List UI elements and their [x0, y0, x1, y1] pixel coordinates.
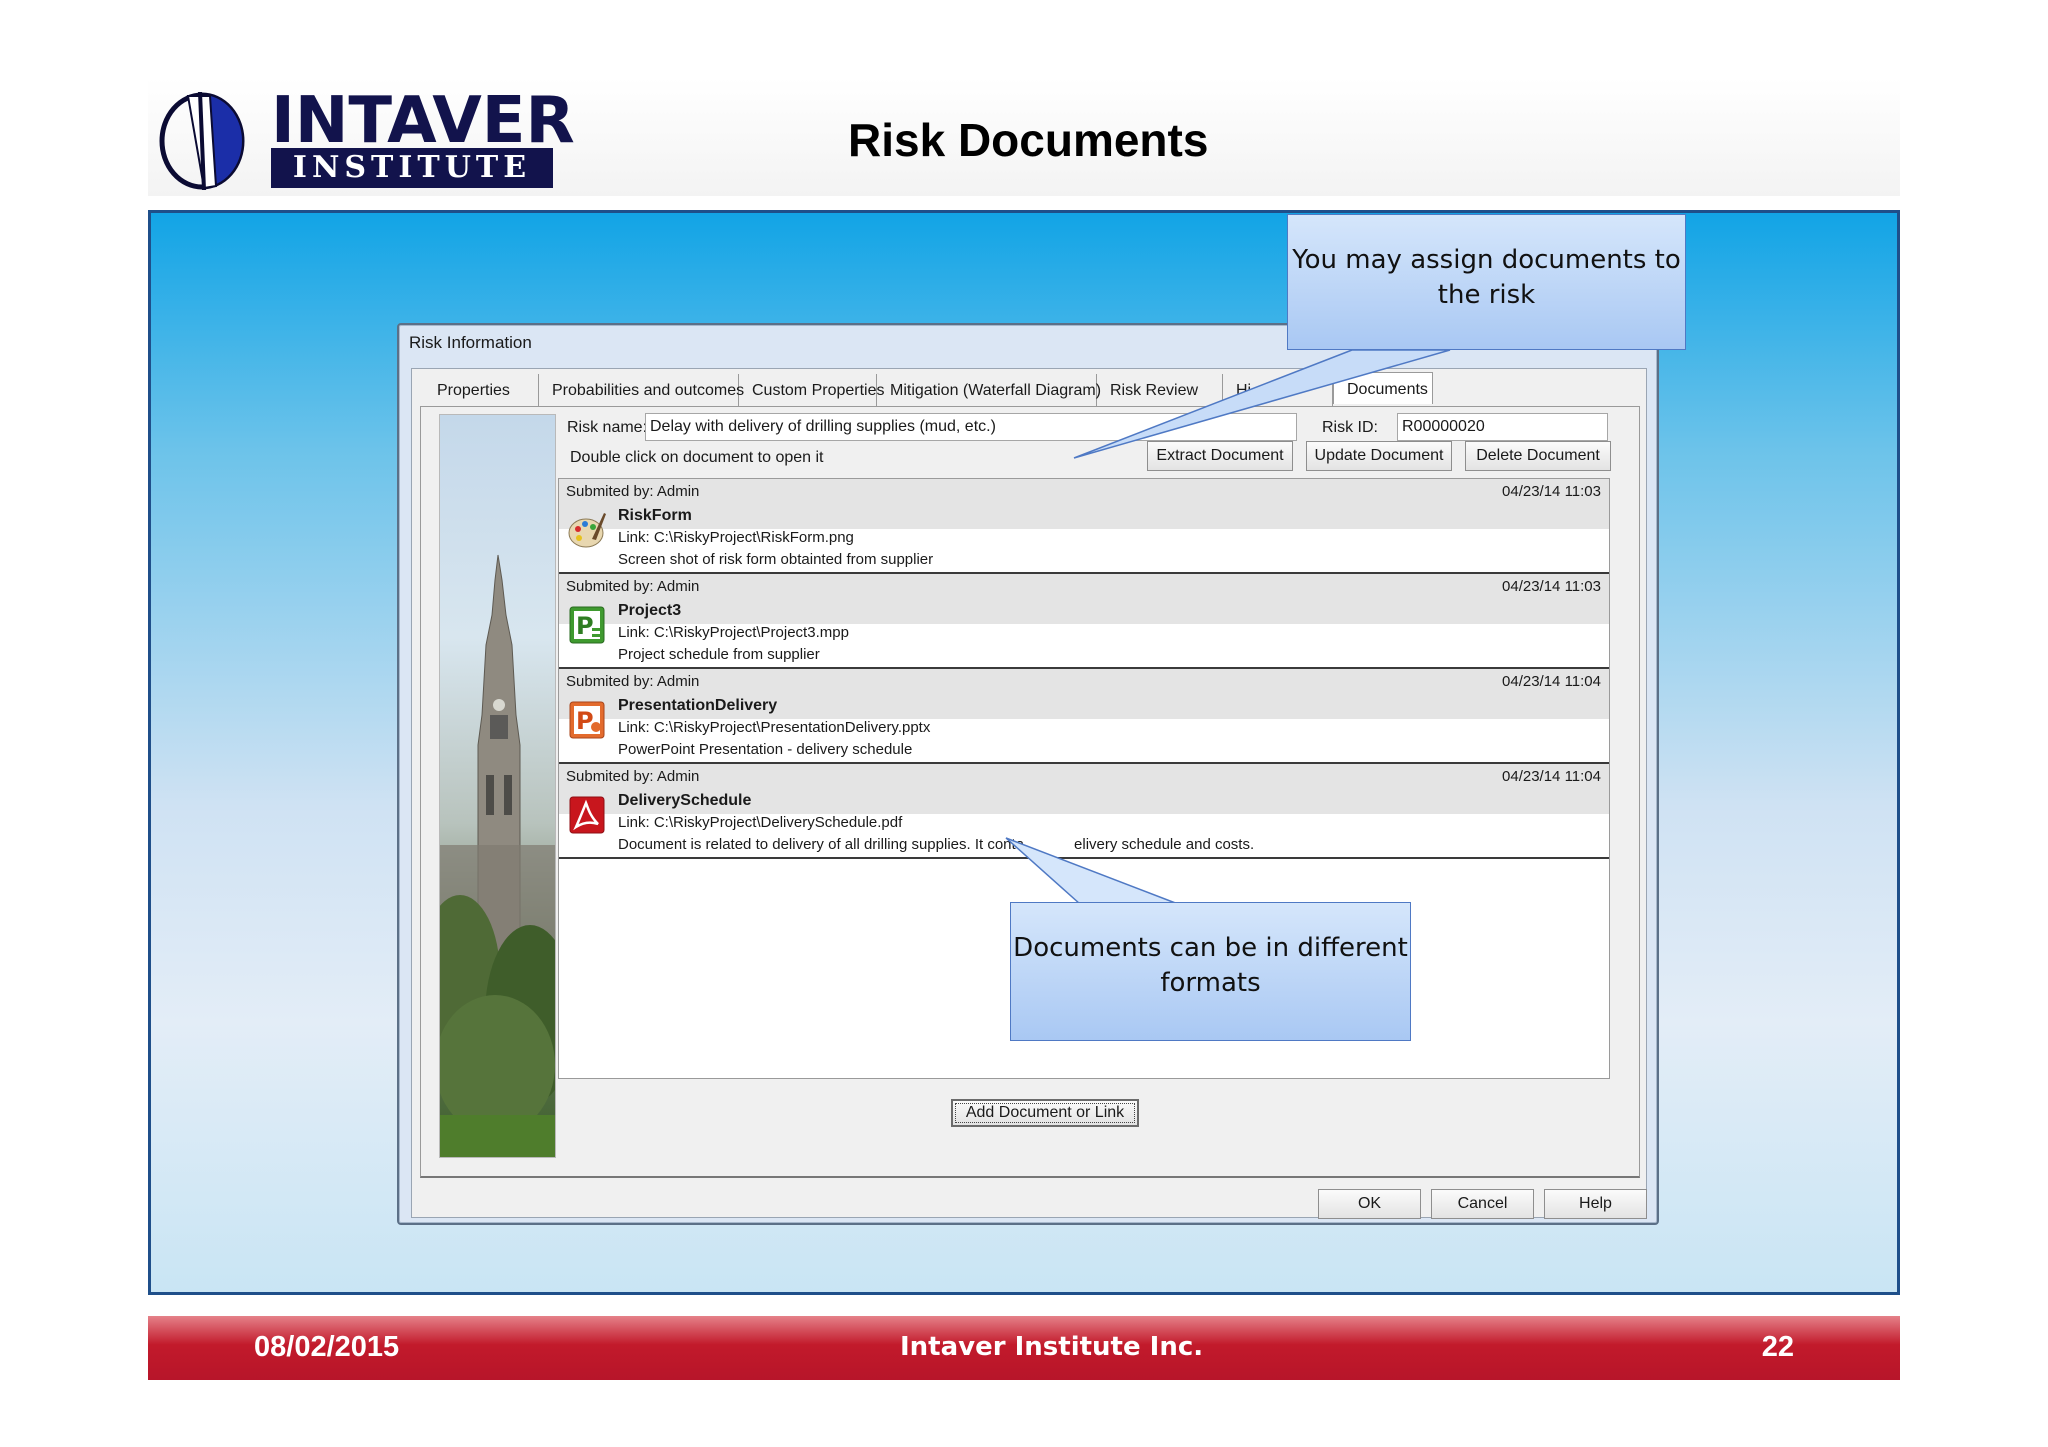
- document-name: PresentationDelivery: [618, 697, 778, 714]
- ok-button[interactable]: OK: [1318, 1189, 1421, 1219]
- tab-risk-review[interactable]: Risk Review: [1097, 374, 1223, 406]
- svg-text:P: P: [576, 707, 594, 735]
- document-item[interactable]: Submited by: Admin 04/23/14 11:03 P Proj…: [559, 574, 1609, 669]
- document-date: 04/23/14 11:03: [1502, 578, 1601, 595]
- document-description: PowerPoint Presentation - delivery sched…: [618, 741, 913, 758]
- document-name: DeliverySchedule: [618, 792, 752, 809]
- cathedral-illustration: [440, 554, 555, 1157]
- dialog-body: Properties Probabilities and outcomes Cu…: [411, 368, 1647, 1219]
- documents-tab-panel: Risk name: Delay with delivery of drilli…: [420, 406, 1640, 1178]
- document-date: 04/23/14 11:04: [1502, 768, 1601, 785]
- risk-id-field[interactable]: R00000020: [1397, 413, 1608, 441]
- document-link: Link: C:\RiskyProject\Project3.mpp: [618, 624, 849, 641]
- footer-company: Intaver Institute Inc.: [900, 1332, 1204, 1362]
- document-description-start: Document is related to delivery of all d…: [618, 836, 1025, 853]
- tab-custom-properties[interactable]: Custom Properties: [739, 374, 885, 406]
- document-item[interactable]: Submited by: Admin 04/23/14 11:04 P Pres…: [559, 669, 1609, 764]
- risk-name-label: Risk name:: [567, 419, 648, 436]
- add-document-button[interactable]: Add Document or Link: [951, 1099, 1139, 1127]
- logo-wordmark-top: INTAVER: [271, 84, 575, 158]
- tab-mitigation[interactable]: Mitigation (Waterfall Diagram): [877, 374, 1101, 406]
- slide-footer: 08/02/2015 Intaver Institute Inc. 22: [148, 1316, 1900, 1380]
- help-button[interactable]: Help: [1544, 1189, 1647, 1219]
- document-description-end: elivery schedule and costs.: [1074, 836, 1255, 853]
- tab-documents[interactable]: Documents: [1333, 372, 1433, 404]
- logo-wordmark-bottom: INSTITUTE: [271, 148, 553, 188]
- document-submitter: Submited by: Admin: [566, 673, 700, 690]
- extract-document-button[interactable]: Extract Document: [1147, 441, 1293, 471]
- project-icon: P: [569, 606, 605, 644]
- tab-properties[interactable]: Properties: [424, 374, 539, 406]
- powerpoint-icon: P: [569, 701, 605, 739]
- document-link: Link: C:\RiskyProject\RiskForm.png: [618, 529, 854, 546]
- document-submitter: Submited by: Admin: [566, 483, 700, 500]
- footer-date: 08/02/2015: [254, 1331, 400, 1363]
- update-document-button[interactable]: Update Document: [1306, 441, 1452, 471]
- document-item-header: [559, 574, 1609, 624]
- document-link: Link: C:\RiskyProject\PresentationDelive…: [618, 719, 931, 736]
- document-item-header: [559, 479, 1609, 529]
- cathedral-photo: [439, 414, 556, 1158]
- footer-page-number: 22: [1761, 1331, 1794, 1363]
- paint-icon: [568, 513, 606, 548]
- dialog-title: Risk Information: [409, 333, 532, 352]
- document-item[interactable]: Submited by: Admin 04/23/14 11:03 RiskFo…: [559, 479, 1609, 574]
- assign-documents-callout: You may assign documents to the risk: [1287, 214, 1686, 350]
- document-description: Screen shot of risk form obtainted from …: [618, 551, 934, 568]
- tab-probabilities-and-outcomes[interactable]: Probabilities and outcomes: [539, 374, 744, 406]
- risk-information-dialog: Risk Information Properties Probabilitie…: [397, 323, 1659, 1225]
- delete-document-button[interactable]: Delete Document: [1465, 441, 1611, 471]
- tab-history[interactable]: Hi: [1223, 374, 1333, 406]
- document-description: Project schedule from supplier: [618, 646, 820, 663]
- document-item[interactable]: Submited by: Admin 04/23/14 11:04 Delive…: [559, 764, 1609, 859]
- svg-text:P: P: [576, 612, 594, 640]
- risk-name-field[interactable]: Delay with delivery of drilling supplies…: [645, 413, 1297, 441]
- document-description: Document is related to delivery of all d…: [618, 836, 1254, 853]
- cancel-button[interactable]: Cancel: [1431, 1189, 1534, 1219]
- document-date: 04/23/14 11:03: [1502, 483, 1601, 500]
- open-hint-text: Double click on document to open it: [570, 449, 824, 466]
- add-document-label: Add Document or Link: [954, 1103, 1136, 1123]
- tab-bar: Properties Probabilities and outcomes Cu…: [424, 372, 1433, 406]
- document-submitter: Submited by: Admin: [566, 768, 700, 785]
- risk-id-label: Risk ID:: [1322, 419, 1378, 436]
- pdf-icon: [569, 796, 605, 834]
- document-submitter: Submited by: Admin: [566, 578, 700, 595]
- slide-title: Risk Documents: [848, 114, 1209, 166]
- document-name: Project3: [618, 602, 682, 619]
- intaver-logo: INTAVER INSTITUTE: [158, 86, 575, 196]
- slide-header: INTAVER INSTITUTE Risk Documents: [148, 78, 1900, 196]
- document-date: 04/23/14 11:04: [1502, 673, 1601, 690]
- formats-callout: Documents can be in different formats: [1010, 902, 1411, 1041]
- logo-emblem-icon: [159, 92, 245, 190]
- document-name: RiskForm: [618, 507, 692, 524]
- document-link: Link: C:\RiskyProject\DeliverySchedule.p…: [618, 814, 903, 831]
